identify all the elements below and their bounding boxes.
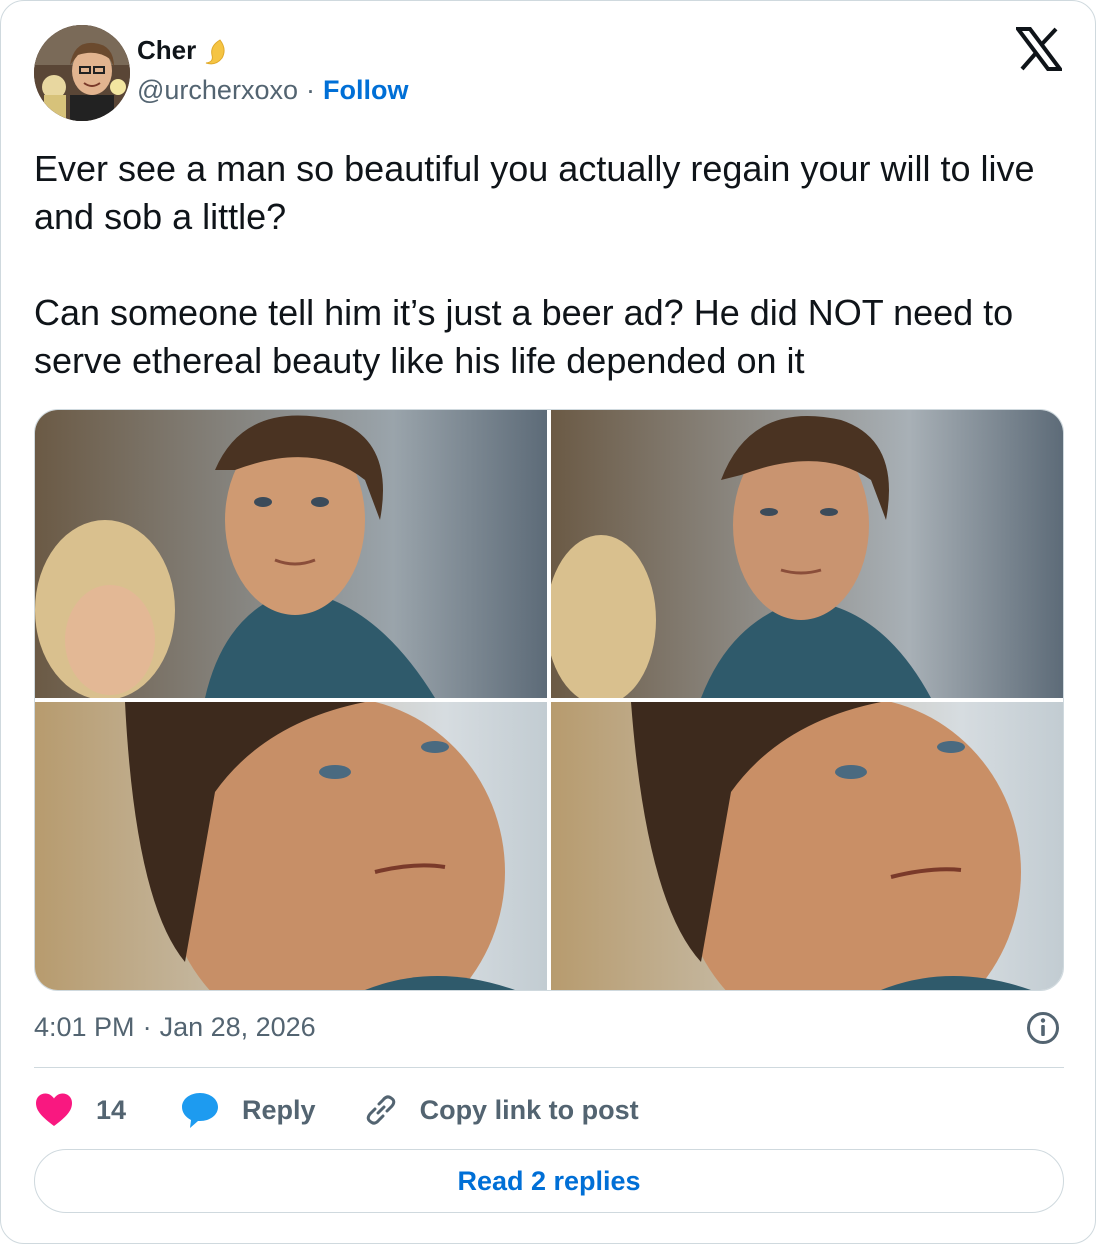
divider (34, 1067, 1064, 1068)
read-replies-label: Read 2 replies (457, 1165, 641, 1196)
link-icon (362, 1091, 400, 1129)
timestamp-separator: · (142, 1011, 152, 1042)
heart-icon (34, 1092, 74, 1128)
x-logo-icon[interactable] (1014, 27, 1064, 71)
post-date[interactable]: Jan 28, 2026 (160, 1012, 316, 1043)
reply-label: Reply (242, 1094, 316, 1125)
reply-button[interactable]: Reply (180, 1091, 316, 1129)
info-icon[interactable] (1026, 1011, 1060, 1045)
copy-link-button[interactable]: Copy link to post (362, 1091, 639, 1129)
post-header: Cher @urcherxoxo · Follow (34, 25, 1064, 121)
media-grid (34, 409, 1064, 991)
photo-man-closeup-2 (551, 702, 1063, 990)
media-image-1[interactable] (35, 410, 547, 698)
author-handle[interactable]: @urcherxoxo (137, 75, 298, 106)
embedded-post-card: Cher @urcherxoxo · Follow Ever see a man… (0, 0, 1096, 1244)
author-display-name[interactable]: Cher (137, 35, 196, 66)
handle-separator: · (305, 75, 315, 105)
like-button[interactable]: 14 (34, 1092, 126, 1128)
avatar-image (34, 25, 130, 121)
post-time[interactable]: 4:01 PM (34, 1012, 135, 1043)
follow-button[interactable]: Follow (323, 75, 408, 106)
photo-man-closeup-1 (35, 702, 547, 990)
copy-link-label: Copy link to post (419, 1094, 639, 1125)
post-actions: 14 Reply Copy link to post (34, 1087, 639, 1133)
speech-bubble-icon (180, 1091, 220, 1129)
post-text: Ever see a man so beautiful you actually… (34, 148, 1035, 381)
post-timestamp[interactable]: 4:01 PM · Jan 28, 2026 (34, 1007, 1064, 1047)
media-image-3[interactable] (35, 702, 547, 990)
read-replies-button[interactable]: Read 2 replies (34, 1149, 1064, 1213)
author-name-row: Cher (137, 35, 228, 66)
photo-man-looking-side (35, 410, 547, 698)
crescent-moon-icon (198, 36, 228, 66)
author-handle-row: @urcherxoxo · Follow (137, 75, 408, 106)
media-image-4[interactable] (551, 702, 1063, 990)
photo-man-looking-down (551, 410, 1063, 698)
media-image-2[interactable] (551, 410, 1063, 698)
avatar[interactable] (34, 25, 130, 121)
like-count: 14 (96, 1094, 127, 1125)
